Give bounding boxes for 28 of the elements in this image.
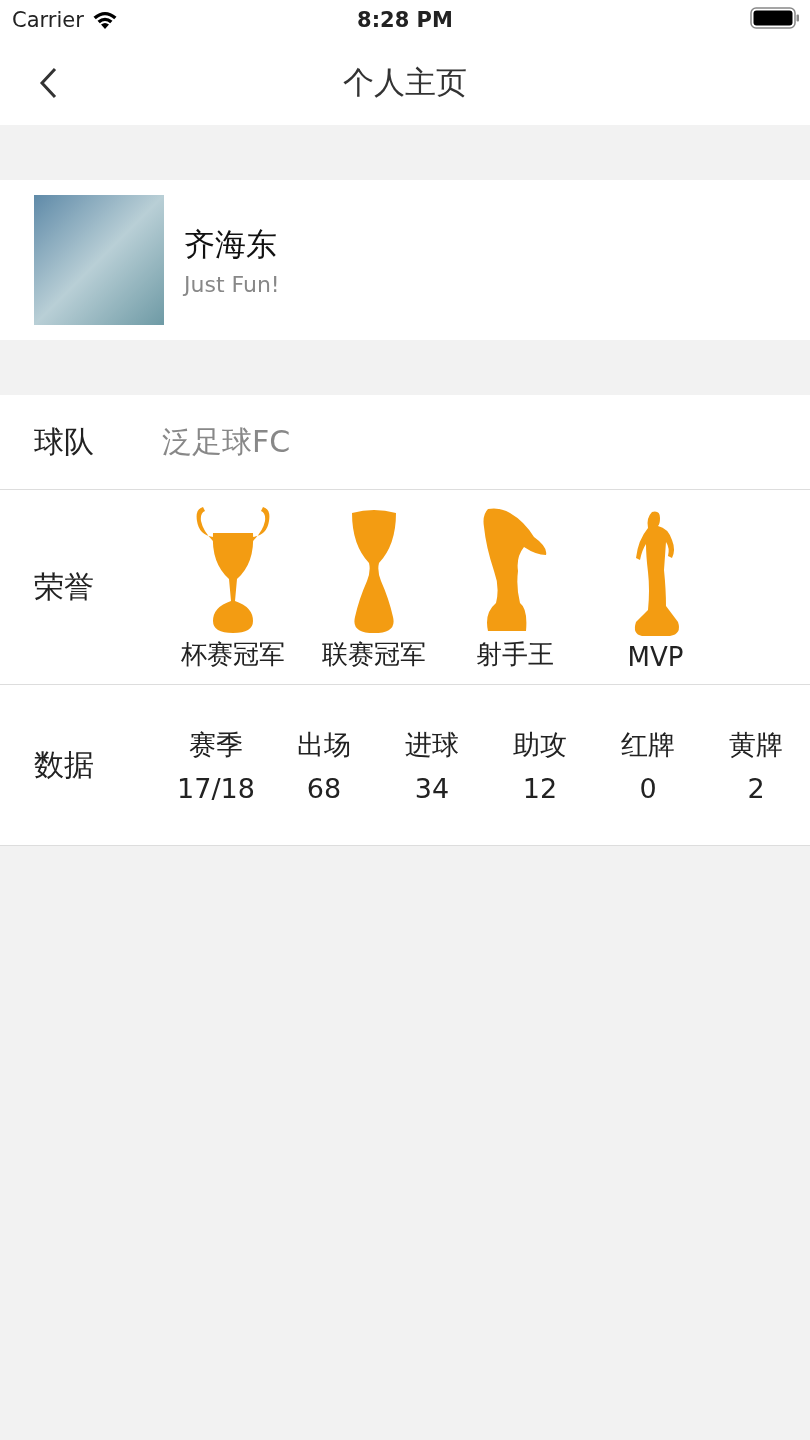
stat-heading: 红牌 [621, 727, 675, 762]
page-title: 个人主页 [343, 62, 467, 102]
honor-label: 射手王 [475, 638, 554, 671]
user-name: 齐海东 [184, 224, 278, 264]
stat-value: 34 [414, 772, 450, 804]
battery-icon [750, 7, 800, 29]
honor-label: MVP [627, 642, 684, 672]
stats-label: 数据 [33, 745, 95, 784]
stat-value: 12 [522, 772, 558, 804]
stat-value: 68 [306, 772, 342, 804]
stat-value: 17/18 [177, 772, 255, 804]
user-motto: Just Fun! [184, 271, 280, 297]
stat-value: 0 [639, 772, 657, 804]
stat-heading: 助攻 [513, 727, 567, 762]
stat-heading: 赛季 [189, 727, 243, 762]
wifi-icon [91, 10, 118, 30]
back-icon[interactable] [38, 66, 58, 100]
honors-label: 荣誉 [33, 567, 95, 606]
status-time: 8:28 PM [357, 8, 453, 32]
stat-heading: 出场 [297, 727, 351, 762]
stat-heading: 进球 [405, 727, 459, 762]
honor-label: 杯赛冠军 [180, 638, 285, 671]
carrier-text: Carrier [12, 8, 84, 32]
honor-label: 联赛冠军 [321, 638, 426, 671]
team-name: 泛足球FC [162, 422, 291, 461]
team-label: 球队 [33, 422, 95, 461]
stat-heading: 黄牌 [729, 727, 783, 762]
stat-value: 2 [747, 772, 765, 804]
